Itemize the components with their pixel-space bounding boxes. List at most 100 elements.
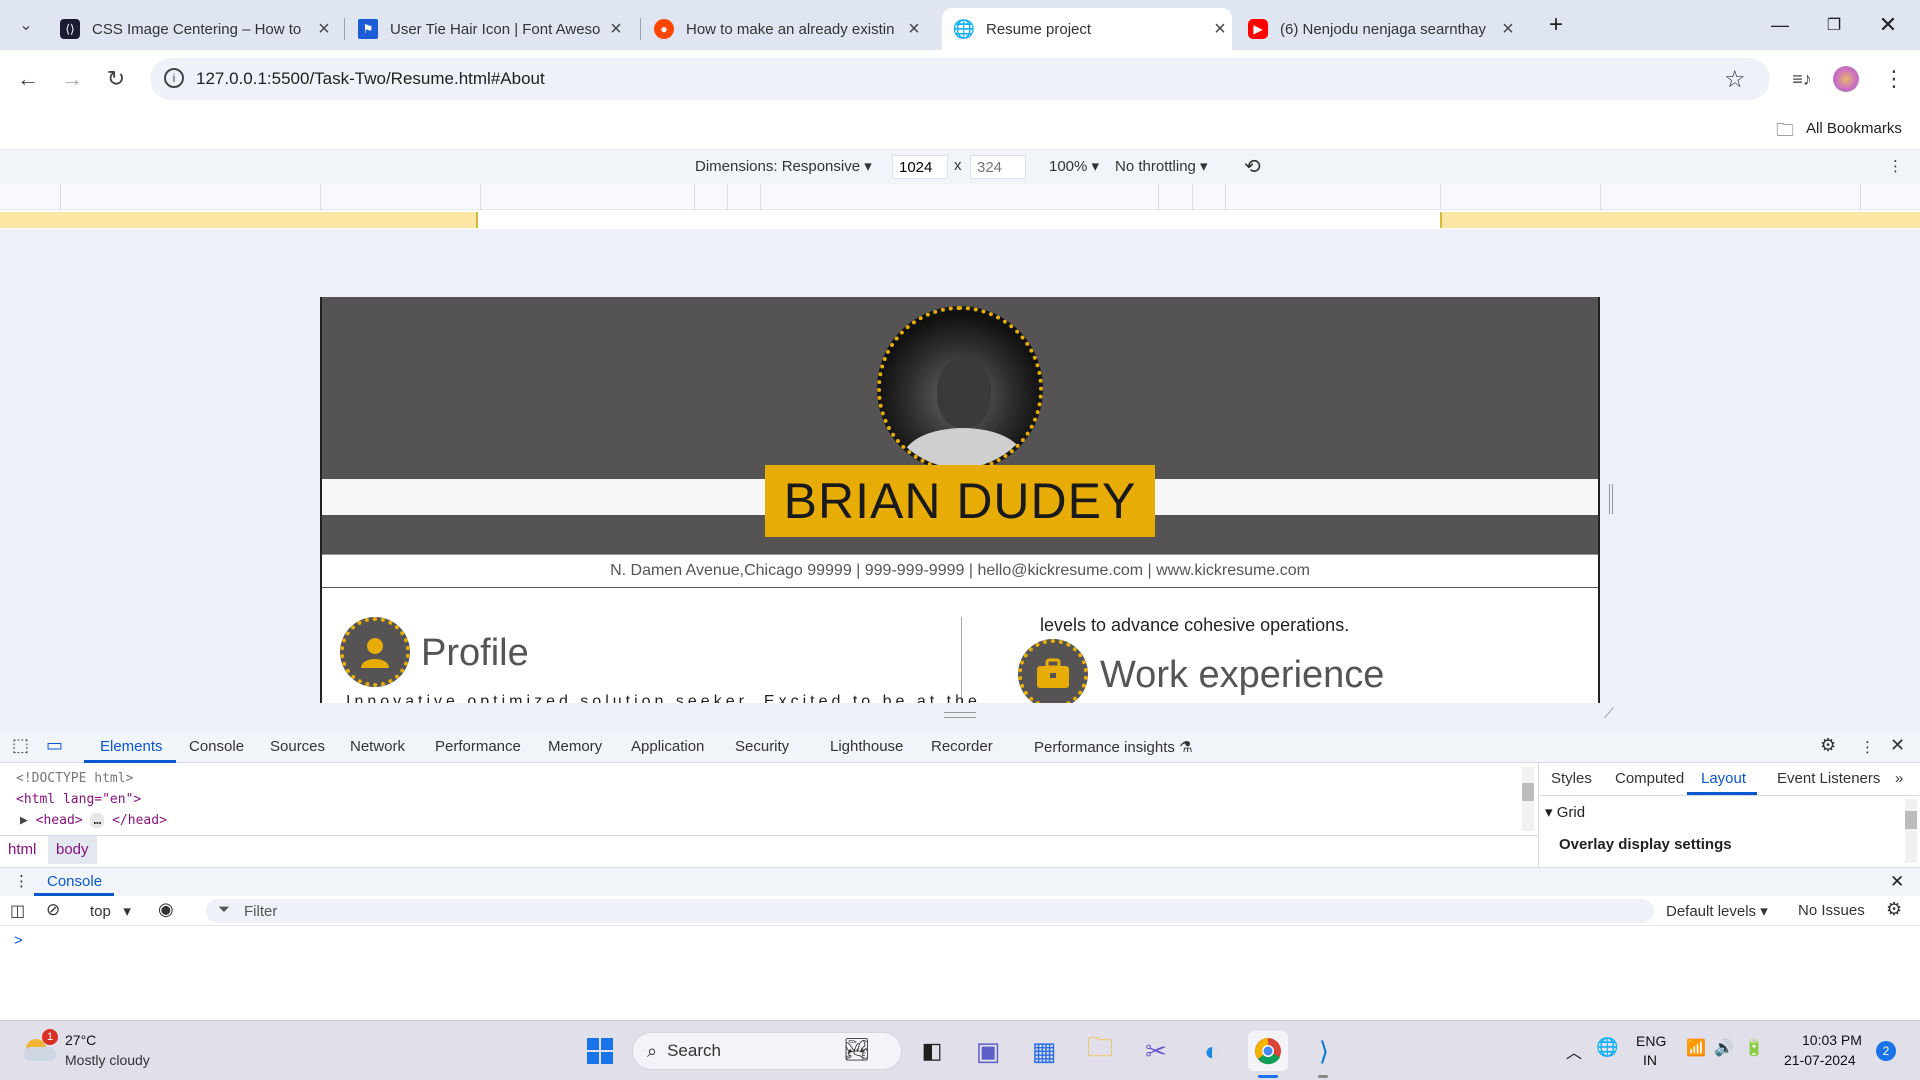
context-select[interactable]: top ▾ [90, 902, 131, 920]
tray-chevron-icon[interactable]: ︿ [1566, 1039, 1582, 1063]
reload-icon[interactable]: ↻ [98, 61, 134, 97]
sidebar-toggle-icon[interactable]: ◫ [10, 901, 25, 921]
tab-elements[interactable]: Elements [100, 738, 163, 755]
tab-application[interactable]: Application [631, 738, 704, 755]
tab-resume-project[interactable]: 🌐 Resume project × [942, 8, 1232, 50]
viewport-bottom-handle[interactable] [944, 712, 976, 718]
chrome-icon[interactable] [1248, 1031, 1288, 1071]
close-devtools-icon[interactable]: ✕ [1890, 735, 1905, 756]
avatar[interactable] [1828, 61, 1864, 97]
tab-youtube[interactable]: ▶ (6) Nenjodu nenjaga searnthay × [1248, 8, 1520, 50]
close-icon[interactable]: × [604, 18, 628, 41]
dimensions-select[interactable]: Dimensions: Responsive ▾ [695, 157, 872, 175]
issues-counter[interactable]: No Issues [1798, 902, 1865, 919]
close-drawer-icon[interactable]: ✕ [1890, 872, 1904, 892]
breadcrumb: html body [0, 835, 1538, 864]
close-window-button[interactable]: ✕ [1868, 8, 1908, 42]
bookmark-star-icon[interactable]: ☆ [1724, 65, 1746, 94]
head-node[interactable]: ▶ <head> … </head> [20, 813, 167, 828]
drawer-tab-console[interactable]: Console [47, 873, 102, 890]
tab-performance-insights[interactable]: Performance insights ⚗ [1034, 738, 1193, 756]
task-view-icon[interactable]: ◧ [912, 1031, 952, 1071]
doctype-node[interactable]: <!DOCTYPE html> [16, 771, 133, 786]
tab-recorder[interactable]: Recorder [931, 738, 993, 755]
tab-lighthouse[interactable]: Lighthouse [830, 738, 903, 755]
weather-cloud-icon[interactable]: 1 [22, 1029, 58, 1063]
language-indicator[interactable]: ENG [1636, 1033, 1666, 1049]
tab-reddit[interactable]: ● How to make an already existin × [654, 8, 926, 50]
throttling-select[interactable]: No throttling ▾ [1115, 157, 1208, 175]
console-prompt[interactable]: > [14, 932, 23, 949]
height-input[interactable] [970, 155, 1026, 179]
back-arrow-icon[interactable]: ← [10, 61, 46, 97]
breadcrumb-html[interactable]: html [8, 841, 36, 858]
tab-computed[interactable]: Computed [1615, 770, 1684, 787]
tab-console[interactable]: Console [189, 738, 244, 755]
tab-search-chevron-icon[interactable]: ⌄ [8, 7, 44, 43]
clock-time[interactable]: 10:03 PM [1802, 1032, 1862, 1048]
edge-icon[interactable]: ◐ [1192, 1031, 1232, 1071]
network-globe-icon[interactable]: 🌐 [1596, 1037, 1618, 1058]
vscode-icon[interactable]: ⟩ [1304, 1031, 1344, 1071]
tab-styles[interactable]: Styles [1551, 770, 1592, 787]
console-toolbar: ◫ ⊘ top ▾ ◉ ⏷ Filter Default levels ▾ No… [0, 896, 1920, 926]
corner-resize-icon[interactable]: ⟋ [1604, 706, 1618, 720]
windows-start-icon[interactable] [580, 1031, 620, 1071]
taskbar-search[interactable]: ⌕ Search 🏞 [632, 1032, 902, 1070]
teams-icon[interactable]: ▣ [968, 1031, 1008, 1071]
tab-performance[interactable]: Performance [435, 738, 521, 755]
html-node[interactable]: <html lang="en"> [16, 792, 141, 807]
battery-icon[interactable]: 🔋 [1744, 1038, 1764, 1058]
eye-icon[interactable]: ◉ [158, 899, 174, 920]
inspect-element-icon[interactable]: ⬚ [12, 735, 29, 756]
snipping-tool-icon[interactable]: ✂ [1136, 1031, 1176, 1071]
minimize-button[interactable]: — [1760, 8, 1800, 42]
more-tabs-chevron-icon[interactable]: » [1895, 770, 1903, 787]
elements-scrollbar[interactable] [1522, 767, 1534, 831]
width-input[interactable] [892, 155, 948, 179]
console-filter-input[interactable]: ⏷ Filter [206, 899, 1654, 923]
viewport-resize-handle[interactable] [1609, 484, 1613, 514]
site-info-icon[interactable]: i [164, 68, 184, 88]
restore-button[interactable]: ❐ [1814, 8, 1854, 42]
all-bookmarks-link[interactable]: All Bookmarks [1806, 120, 1902, 137]
address-bar[interactable]: i 127.0.0.1:5500/Task-Two/Resume.html#Ab… [150, 58, 1770, 100]
tab-user-tie-icon[interactable]: ⚑ User Tie Hair Icon | Font Aweso × [358, 8, 628, 50]
clear-console-icon[interactable]: ⊘ [46, 900, 60, 920]
rotate-icon[interactable]: ⟲ [1244, 154, 1261, 179]
contact-line: N. Damen Avenue,Chicago 99999 | 999-999-… [322, 554, 1598, 588]
notification-badge[interactable]: 2 [1876, 1041, 1896, 1061]
new-tab-button[interactable]: + [1536, 8, 1576, 42]
tab-memory[interactable]: Memory [548, 738, 602, 755]
grid-section[interactable]: ▾ Grid [1545, 803, 1585, 821]
media-controls-icon[interactable]: ≡♪ [1784, 61, 1820, 97]
tab-event-listeners[interactable]: Event Listeners [1777, 770, 1880, 787]
device-toggle-icon[interactable]: ▭ [46, 735, 63, 756]
settings-gear-icon[interactable]: ⚙ [1820, 735, 1836, 756]
log-levels-select[interactable]: Default levels ▾ [1666, 902, 1768, 920]
sidebar-scrollbar[interactable] [1905, 799, 1917, 863]
file-explorer-icon[interactable]: 🗀 [1080, 1031, 1120, 1071]
devtools-more-icon[interactable]: ⋮ [1860, 738, 1875, 756]
drawer-menu-icon[interactable]: ⋮ [14, 872, 29, 890]
volume-icon[interactable]: 🔊 [1714, 1038, 1734, 1058]
store-icon[interactable]: ▦ [1024, 1031, 1064, 1071]
close-icon[interactable]: × [1208, 18, 1232, 41]
close-icon[interactable]: × [902, 18, 926, 41]
tab-layout[interactable]: Layout [1701, 770, 1746, 787]
close-icon[interactable]: × [1496, 18, 1520, 41]
tab-security[interactable]: Security [735, 738, 789, 755]
zoom-select[interactable]: 100% ▾ [1049, 157, 1099, 175]
tab-css-image-centering[interactable]: ⟨⟩ CSS Image Centering – How to × [58, 8, 336, 50]
console-settings-icon[interactable]: ⚙ [1886, 899, 1902, 920]
clock-date[interactable]: 21-07-2024 [1784, 1052, 1856, 1068]
tab-network[interactable]: Network [350, 738, 405, 755]
tab-sources[interactable]: Sources [270, 738, 325, 755]
breadcrumb-body[interactable]: body [48, 836, 97, 864]
device-more-icon[interactable]: ⋮ [1888, 157, 1903, 175]
close-icon[interactable]: × [312, 18, 336, 41]
forward-arrow-icon[interactable]: → [54, 61, 90, 97]
url-text[interactable]: 127.0.0.1:5500/Task-Two/Resume.html#Abou… [196, 69, 545, 89]
menu-kebab-icon[interactable]: ⋮ [1876, 61, 1912, 97]
wifi-icon[interactable]: 📶 [1686, 1038, 1706, 1058]
